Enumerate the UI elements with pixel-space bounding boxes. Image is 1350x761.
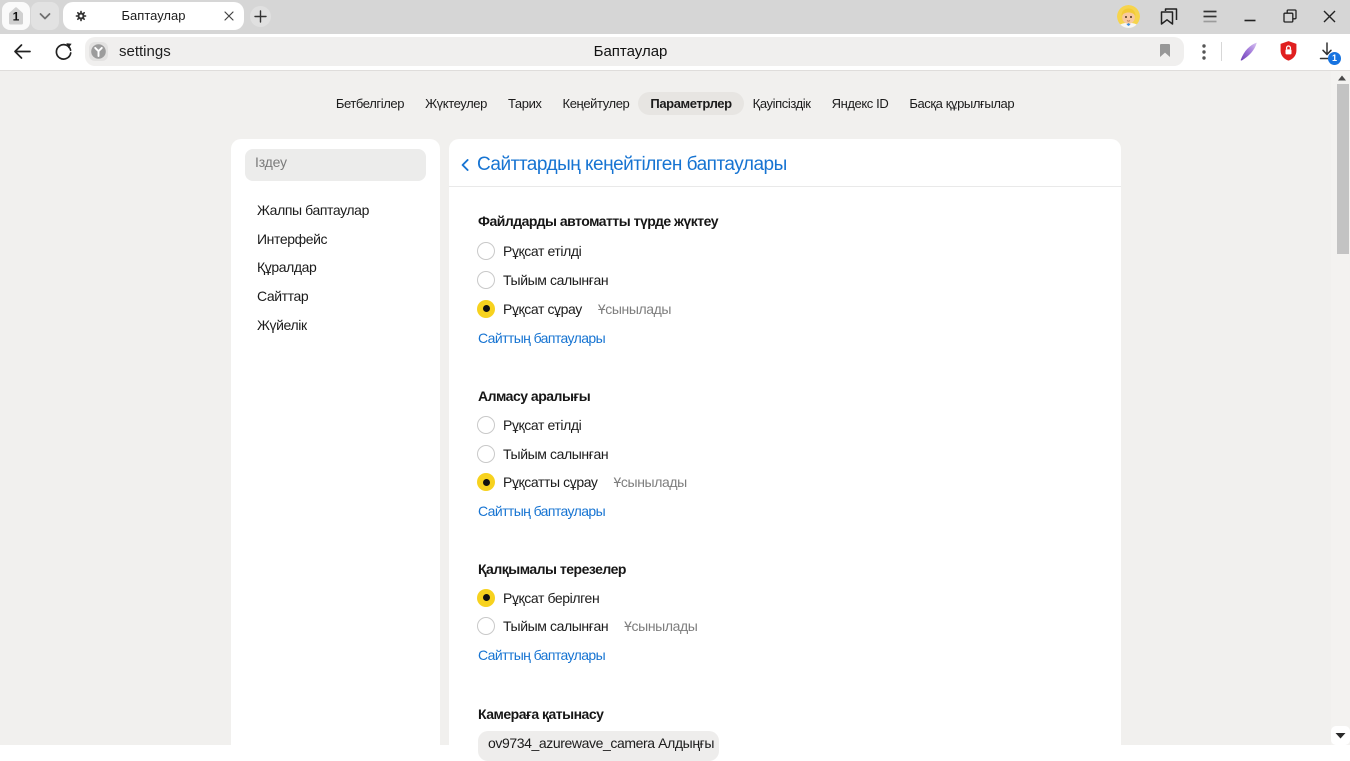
svg-text:1: 1 <box>13 10 20 24</box>
